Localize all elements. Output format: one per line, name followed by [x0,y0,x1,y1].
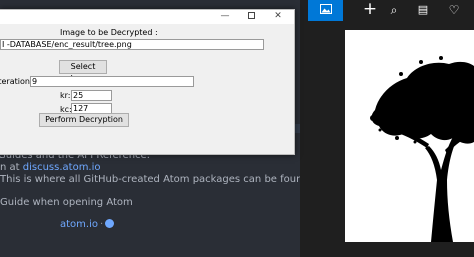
kr-field[interactable]: 25 [71,90,112,101]
close-button[interactable]: ✕ [265,10,291,24]
select-image-button[interactable]: Select Image [59,60,107,83]
picture-icon[interactable] [308,0,343,21]
footer-separator: · [99,219,104,230]
viewer-toolbar: + ⌕ ▤ ♡ [300,0,474,21]
iterations-field[interactable]: 9 [30,76,194,87]
atom-text-line: Guide when opening Atom [0,197,133,208]
octocat-icon[interactable] [105,219,115,228]
perform-decryption-button[interactable]: Perform Decryption [39,113,129,127]
discuss-link[interactable]: discuss.atom.io [23,162,101,173]
image-label: Image to be Decrypted : [60,28,158,37]
minimize-button[interactable]: — [212,10,238,24]
atom-footer: atom.io · [60,219,115,230]
atom-text-line: This is where all GitHub-created Atom pa… [0,174,312,185]
decryption-dialog: — ✕ Image to be Decrypted : I -DATABASE/… [0,9,295,155]
atom-io-link[interactable]: atom.io [60,219,98,230]
kr-label: kr: [60,91,71,100]
image-path-field[interactable]: I -DATABASE/enc_result/tree.png [0,39,264,50]
tree-image [345,30,474,242]
atom-text-prefix: n at [0,162,23,173]
maximize-button[interactable] [238,10,264,24]
dialog-titlebar[interactable]: — ✕ [0,10,294,24]
atom-text-line: n at discuss.atom.io [0,162,101,173]
maximize-icon [247,12,255,19]
heart-icon[interactable]: ♡ [436,0,472,21]
